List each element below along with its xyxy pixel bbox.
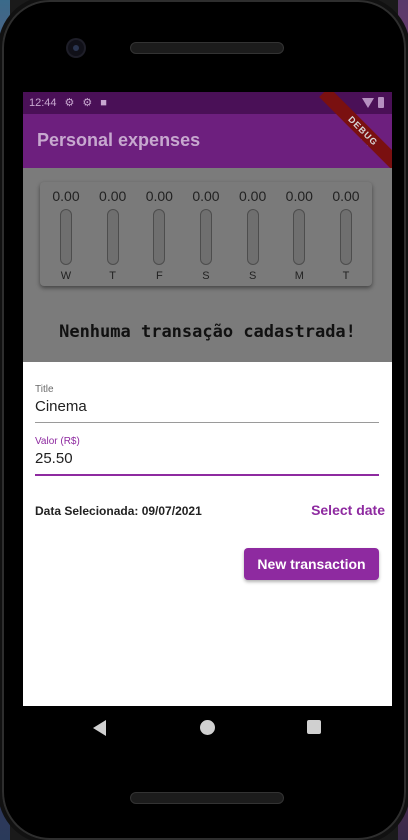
front-camera [68,40,84,56]
bar-column: 0.00 T [326,186,366,282]
phone-frame: 12:44 ⚙ ⚙ ■ Personal expenses + DEBUG 0.… [2,0,406,840]
android-nav-bar [23,706,392,750]
bar-track [106,209,119,265]
bar-day-label: S [248,270,257,282]
value-field-label: Valor (R$) [35,436,80,447]
recents-icon[interactable] [307,720,321,734]
status-time: 12:44 [29,96,57,109]
value-field-value[interactable]: 25.50 [35,450,379,467]
empty-message: Nenhuma transação cadastrada! [59,322,356,342]
bar-value-label: 0.00 [192,188,220,204]
app-title: Personal expenses [37,130,201,150]
bottom-speaker [130,792,284,804]
title-field-value[interactable]: Cinema [35,398,379,415]
bar-track [199,209,212,265]
top-speaker [130,42,284,54]
transaction-form: Title Cinema Valor (R$) 25.50 Data Selec… [23,362,392,706]
chart-bars: 0.00 W 0.00 T 0.00 F 0.00 S 0.00 S 0.00 M 0.00 T [46,186,366,282]
bar-value-label: 0.00 [332,188,360,204]
select-date-button[interactable]: Select date [311,502,385,518]
bar-track [153,209,166,265]
bar-day-label: M [294,270,304,282]
bar-track [246,209,259,265]
bar-value-label: 0.00 [99,188,127,204]
back-icon[interactable] [93,720,106,736]
date-row: Data Selecionada: 09/07/2021 Select date [35,502,385,522]
bar-day-label: F [155,270,163,282]
bar-day-label: T [342,270,350,282]
bar-column: 0.00 T [93,186,133,282]
title-field[interactable]: Title Cinema [35,384,379,423]
main-content: 0.00 W 0.00 T 0.00 F 0.00 S 0.00 S 0.00 M 0.00 T Nenh… [23,168,392,362]
bar-track [60,209,72,265]
wifi-icon [362,97,374,108]
bar-track [339,209,352,265]
weekly-chart: 0.00 W 0.00 T 0.00 F 0.00 S 0.00 S 0.00 M 0.00 T [40,182,372,286]
app-screen: 12:44 ⚙ ⚙ ■ Personal expenses + DEBUG 0.… [23,92,392,706]
bar-column: 0.00 S [186,186,226,282]
selected-date-text: Data Selecionada: 09/07/2021 [35,504,202,518]
bar-day-label: S [202,270,210,282]
bar-column: 0.00 F [139,186,179,282]
bar-value-label: 0.00 [145,188,173,204]
app-bar: Personal expenses + DEBUG [23,92,392,175]
title-field-underline [35,422,379,423]
bar-value-label: 0.00 [285,188,313,204]
bar-day-label: T [109,270,117,282]
bar-column: 0.00 S [233,186,273,282]
settings-icon: ⚙ [64,97,75,109]
sd-card-icon: ■ [100,96,107,109]
new-transaction-button[interactable]: New transaction [244,548,379,580]
value-field-underline [35,474,379,476]
bar-column: 0.00 W [46,186,86,282]
bar-value-label: 0.00 [239,188,267,204]
settings-icon-2: ⚙ [82,97,93,109]
bar-value-label: 0.00 [52,188,80,204]
bar-column: 0.00 M [279,186,319,282]
bar-track [293,209,306,265]
bar-day-label: W [60,270,72,282]
title-field-label: Title [35,384,54,395]
home-icon[interactable] [200,720,215,735]
value-field[interactable]: Valor (R$) 25.50 [35,436,379,476]
battery-icon [378,97,384,108]
